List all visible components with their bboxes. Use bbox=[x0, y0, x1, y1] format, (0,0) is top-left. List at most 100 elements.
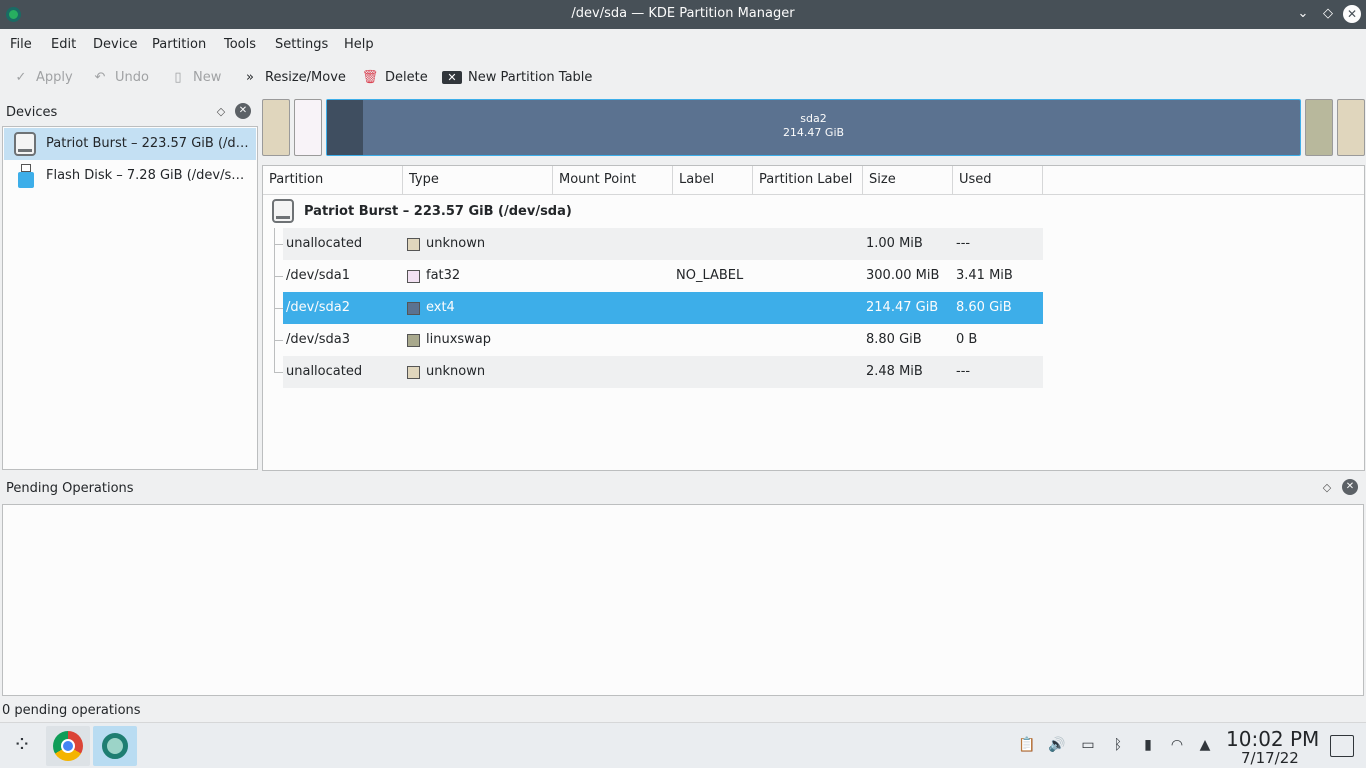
close-pending-panel-button[interactable]: ✕ bbox=[1342, 479, 1358, 495]
status-text: 0 pending operations bbox=[2, 703, 141, 718]
pending-operations-list[interactable] bbox=[2, 504, 1364, 696]
undo-icon: ↶ bbox=[94, 70, 106, 85]
new-partition-table-button[interactable]: ✕ New Partition Table bbox=[442, 70, 592, 85]
menu-file[interactable]: File bbox=[10, 37, 32, 52]
delete-button[interactable]: 🗑 Delete bbox=[361, 70, 428, 85]
keep-above-button[interactable]: ◇ bbox=[1319, 5, 1337, 23]
cell-partition: /dev/sda1 bbox=[286, 268, 350, 283]
apply-button[interactable]: ✓ Apply bbox=[12, 70, 73, 85]
device-row[interactable]: Patriot Burst – 223.57 GiB (/dev/sda) bbox=[263, 196, 1043, 228]
cell-partition: unallocated bbox=[286, 236, 363, 251]
trash-icon: 🗑 bbox=[361, 70, 379, 85]
col-type[interactable]: Type bbox=[403, 166, 553, 195]
battery-icon[interactable]: ▭ bbox=[1077, 736, 1099, 754]
partition-graphic-bar: sda2 214.47 GiB bbox=[262, 99, 1366, 157]
col-used[interactable]: Used bbox=[953, 166, 1043, 195]
menu-edit[interactable]: Edit bbox=[51, 37, 76, 52]
menu-bar: File Edit Device Partition Tools Setting… bbox=[0, 29, 1366, 59]
partition-table: Partition Type Mount Point Label Partiti… bbox=[262, 165, 1365, 471]
cell-size: 8.80 GiB bbox=[866, 332, 922, 347]
chrome-icon bbox=[53, 731, 83, 761]
table-row[interactable]: /dev/sda1 fat32 NO_LABEL 300.00 MiB 3.41… bbox=[283, 260, 1043, 292]
clear-table-icon: ✕ bbox=[442, 71, 462, 84]
apply-label: Apply bbox=[36, 70, 73, 85]
cell-type: linuxswap bbox=[426, 332, 492, 347]
menu-settings[interactable]: Settings bbox=[275, 37, 328, 52]
table-header: Partition Type Mount Point Label Partiti… bbox=[263, 166, 1364, 195]
col-partition-label[interactable]: Partition Label bbox=[753, 166, 863, 195]
minimize-button[interactable]: ⌄ bbox=[1294, 5, 1312, 23]
col-size[interactable]: Size bbox=[863, 166, 953, 195]
cell-size: 300.00 MiB bbox=[866, 268, 940, 283]
clock-date[interactable]: 7/17/22 bbox=[1241, 749, 1299, 767]
table-row[interactable]: unallocated unknown 1.00 MiB --- bbox=[283, 228, 1043, 260]
float-panel-icon[interactable]: ◇ bbox=[1321, 482, 1333, 494]
filesystem-color-swatch bbox=[407, 334, 420, 347]
delete-label: Delete bbox=[385, 70, 428, 85]
resize-move-button[interactable]: » Resize/Move bbox=[241, 70, 346, 85]
cell-used: 3.41 MiB bbox=[956, 268, 1013, 283]
new-button[interactable]: ▯ New bbox=[169, 70, 221, 85]
col-mount-point[interactable]: Mount Point bbox=[553, 166, 673, 195]
segment-sda2-name: sda2 bbox=[800, 112, 827, 125]
hard-disk-icon bbox=[14, 132, 36, 156]
task-partition-manager[interactable] bbox=[93, 726, 137, 766]
partition-manager-icon bbox=[102, 733, 128, 759]
cell-used: --- bbox=[956, 236, 971, 251]
new-document-icon: ▯ bbox=[174, 70, 182, 85]
hard-disk-icon bbox=[272, 199, 294, 223]
filesystem-color-swatch bbox=[407, 238, 420, 251]
device-row-label: Patriot Burst – 223.57 GiB (/dev/sda) bbox=[304, 204, 572, 219]
table-row-selected[interactable]: /dev/sda2 ext4 214.47 GiB 8.60 GiB bbox=[283, 292, 1043, 324]
menu-device[interactable]: Device bbox=[93, 37, 137, 52]
segment-sda3[interactable] bbox=[1305, 99, 1333, 156]
tree-line bbox=[274, 228, 275, 372]
table-row[interactable]: unallocated unknown 2.48 MiB --- bbox=[283, 356, 1043, 388]
close-window-button[interactable]: ✕ bbox=[1343, 5, 1361, 23]
task-chrome[interactable] bbox=[46, 726, 90, 766]
volume-icon[interactable]: 🔊 bbox=[1048, 736, 1066, 754]
tree-tick bbox=[274, 372, 283, 373]
checkmark-icon: ✓ bbox=[15, 70, 27, 85]
segment-unallocated-1[interactable] bbox=[262, 99, 290, 156]
segment-sda2[interactable]: sda2 214.47 GiB bbox=[326, 99, 1301, 156]
col-label[interactable]: Label bbox=[673, 166, 753, 195]
cell-size: 214.47 GiB bbox=[866, 300, 939, 315]
device-item-sda[interactable]: Patriot Burst – 223.57 GiB (/dev/s... bbox=[4, 128, 256, 160]
application-launcher-icon[interactable]: ⁘ bbox=[8, 732, 36, 760]
table-row[interactable]: /dev/sda3 linuxswap 8.80 GiB 0 B bbox=[283, 324, 1043, 356]
title-bar: /dev/sda — KDE Partition Manager ⌄ ◇ ✕ bbox=[0, 0, 1366, 29]
removable-device-icon[interactable]: ▮ bbox=[1139, 736, 1157, 754]
segment-unallocated-2[interactable] bbox=[1337, 99, 1365, 156]
segment-sda1[interactable] bbox=[294, 99, 322, 156]
cell-partition: /dev/sda3 bbox=[286, 332, 350, 347]
tray-expand-icon[interactable]: ▲ bbox=[1196, 736, 1214, 754]
undo-button[interactable]: ↶ Undo bbox=[91, 70, 149, 85]
cell-used: 8.60 GiB bbox=[956, 300, 1012, 315]
device-item-sdb[interactable]: Flash Disk – 7.28 GiB (/dev/sdb) bbox=[4, 160, 256, 192]
cell-type: unknown bbox=[426, 364, 486, 379]
clock-time[interactable]: 10:02 PM bbox=[1226, 727, 1319, 751]
segment-sda2-size: 214.47 GiB bbox=[782, 126, 845, 139]
tree-tick bbox=[274, 340, 283, 341]
col-partition[interactable]: Partition bbox=[263, 166, 403, 195]
devices-list: Patriot Burst – 223.57 GiB (/dev/s... Fl… bbox=[2, 126, 258, 470]
main-toolbar: ✓ Apply ↶ Undo ▯ New » Resize/Move 🗑 Del… bbox=[0, 62, 1366, 94]
filesystem-color-swatch bbox=[407, 366, 420, 379]
menu-tools[interactable]: Tools bbox=[224, 37, 256, 52]
devices-panel: Devices ◇ ✕ Patriot Burst – 223.57 GiB (… bbox=[2, 99, 258, 470]
cell-size: 1.00 MiB bbox=[866, 236, 923, 251]
menu-help[interactable]: Help bbox=[344, 37, 374, 52]
new-partition-table-label: New Partition Table bbox=[468, 70, 593, 85]
show-desktop-button[interactable] bbox=[1330, 735, 1354, 757]
resize-move-label: Resize/Move bbox=[265, 70, 346, 85]
device-label: Flash Disk – 7.28 GiB (/dev/sdb) bbox=[46, 168, 252, 183]
undo-label: Undo bbox=[115, 70, 149, 85]
menu-partition[interactable]: Partition bbox=[152, 37, 206, 52]
clipboard-icon[interactable]: 📋 bbox=[1018, 736, 1036, 754]
wifi-icon[interactable]: ◠ bbox=[1168, 736, 1186, 754]
bluetooth-icon[interactable]: ᛒ bbox=[1109, 736, 1127, 754]
close-devices-panel-button[interactable]: ✕ bbox=[235, 103, 251, 119]
float-panel-icon[interactable]: ◇ bbox=[215, 106, 227, 118]
cell-type: fat32 bbox=[426, 268, 461, 283]
